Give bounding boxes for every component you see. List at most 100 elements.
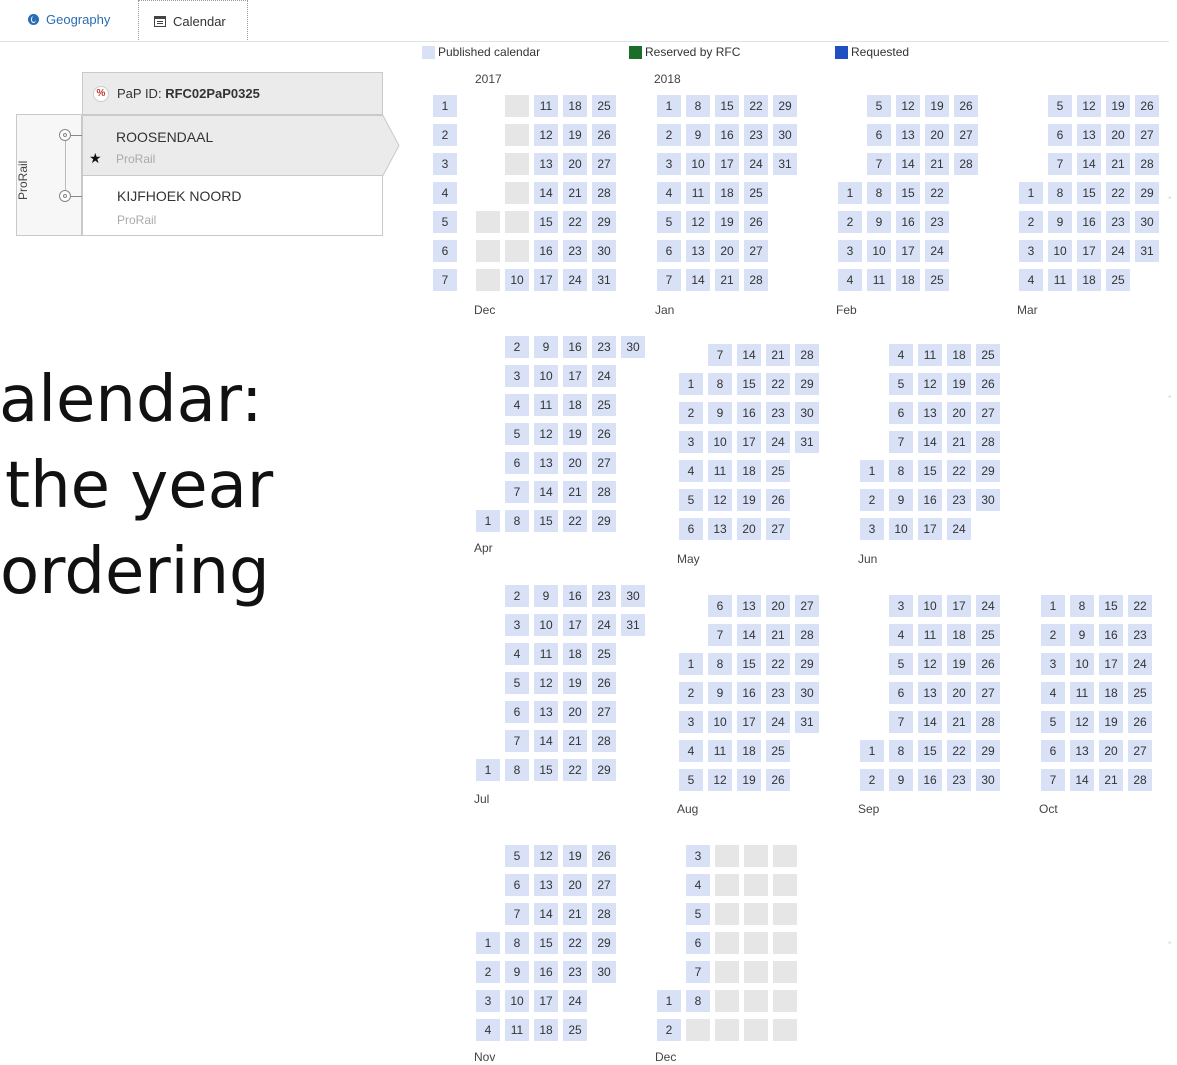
day-cell[interactable]: 15 xyxy=(534,759,558,781)
day-cell[interactable]: 27 xyxy=(976,682,1000,704)
day-cell[interactable]: 26 xyxy=(976,373,1000,395)
day-cell[interactable]: 25 xyxy=(1128,682,1152,704)
day-cell[interactable]: 20 xyxy=(737,518,761,540)
day-cell[interactable]: 7 xyxy=(686,961,710,983)
day-cell[interactable]: 10 xyxy=(1048,240,1072,262)
day-cell[interactable]: 21 xyxy=(925,153,949,175)
day-cell[interactable]: 2 xyxy=(505,585,529,607)
day-cell[interactable]: 11 xyxy=(534,95,558,117)
day-cell[interactable]: 29 xyxy=(773,95,797,117)
day-cell[interactable]: 6 xyxy=(505,701,529,723)
day-cell[interactable]: 5 xyxy=(686,903,710,925)
day-cell[interactable]: 1 xyxy=(1019,182,1043,204)
day-cell[interactable]: 3 xyxy=(838,240,862,262)
day-cell[interactable]: 4 xyxy=(679,740,703,762)
day-cell[interactable]: 23 xyxy=(1106,211,1130,233)
day-cell[interactable]: 16 xyxy=(918,489,942,511)
day-cell[interactable]: 7 xyxy=(505,481,529,503)
day-cell[interactable]: 3 xyxy=(657,153,681,175)
day-cell[interactable]: 18 xyxy=(1099,682,1123,704)
day-cell[interactable]: 10 xyxy=(867,240,891,262)
day-cell[interactable]: 25 xyxy=(766,740,790,762)
day-cell[interactable]: 1 xyxy=(679,373,703,395)
day-cell[interactable]: 19 xyxy=(563,845,587,867)
day-cell[interactable]: 10 xyxy=(534,614,558,636)
day-cell[interactable]: 4 xyxy=(1019,269,1043,291)
day-cell[interactable]: 16 xyxy=(896,211,920,233)
day-cell[interactable]: 12 xyxy=(918,653,942,675)
day-cell[interactable]: 5 xyxy=(1041,711,1065,733)
day-cell[interactable]: 25 xyxy=(1106,269,1130,291)
day-cell[interactable]: 29 xyxy=(795,653,819,675)
day-cell[interactable]: 13 xyxy=(918,402,942,424)
day-cell[interactable]: 6 xyxy=(679,518,703,540)
day-cell[interactable]: 20 xyxy=(947,402,971,424)
day-cell[interactable]: 14 xyxy=(896,153,920,175)
day-cell[interactable]: 22 xyxy=(947,460,971,482)
day-cell[interactable]: 20 xyxy=(563,701,587,723)
day-cell[interactable]: 30 xyxy=(592,240,616,262)
day-cell[interactable]: 21 xyxy=(947,711,971,733)
day-cell[interactable]: 1 xyxy=(476,510,500,532)
day-cell[interactable]: 6 xyxy=(867,124,891,146)
day-cell[interactable]: 5 xyxy=(679,489,703,511)
day-cell[interactable]: 14 xyxy=(534,481,558,503)
day-cell[interactable]: 22 xyxy=(1128,595,1152,617)
day-cell[interactable]: 12 xyxy=(534,672,558,694)
day-cell[interactable]: 10 xyxy=(686,153,710,175)
day-cell[interactable]: 2 xyxy=(657,124,681,146)
day-cell[interactable]: 30 xyxy=(592,961,616,983)
day-cell[interactable]: 16 xyxy=(534,961,558,983)
day-cell[interactable]: 21 xyxy=(766,344,790,366)
day-cell[interactable]: 19 xyxy=(715,211,739,233)
day-cell[interactable]: 28 xyxy=(592,903,616,925)
day-cell[interactable]: 24 xyxy=(1106,240,1130,262)
day-cell[interactable]: 7 xyxy=(1048,153,1072,175)
day-cell[interactable]: 23 xyxy=(1128,624,1152,646)
day-cell[interactable]: 9 xyxy=(889,489,913,511)
day-cell[interactable]: 11 xyxy=(1048,269,1072,291)
day-cell[interactable]: 12 xyxy=(534,845,558,867)
day-cell[interactable]: 28 xyxy=(592,730,616,752)
day-cell[interactable]: 12 xyxy=(918,373,942,395)
day-cell[interactable]: 26 xyxy=(592,423,616,445)
day-cell[interactable]: 21 xyxy=(715,269,739,291)
day-cell[interactable]: 15 xyxy=(918,740,942,762)
day-cell[interactable]: 26 xyxy=(766,769,790,791)
day-cell[interactable]: 23 xyxy=(766,402,790,424)
day-cell[interactable]: 28 xyxy=(976,431,1000,453)
day-cell[interactable]: 5 xyxy=(679,769,703,791)
day-cell[interactable]: 23 xyxy=(563,961,587,983)
day-cell[interactable]: 24 xyxy=(766,711,790,733)
day-cell[interactable]: 8 xyxy=(708,653,732,675)
day-cell[interactable]: 17 xyxy=(947,595,971,617)
day-cell[interactable]: 13 xyxy=(686,240,710,262)
day-cell[interactable]: 27 xyxy=(766,518,790,540)
day-cell[interactable]: 28 xyxy=(954,153,978,175)
day-cell[interactable]: 2 xyxy=(1041,624,1065,646)
day-cell[interactable]: 31 xyxy=(592,269,616,291)
day-cell[interactable]: 10 xyxy=(534,365,558,387)
day-cell[interactable]: 25 xyxy=(563,1019,587,1041)
day-cell[interactable]: 7 xyxy=(1041,769,1065,791)
day-cell[interactable]: 20 xyxy=(1106,124,1130,146)
day-cell[interactable]: 6 xyxy=(505,452,529,474)
day-cell[interactable]: 27 xyxy=(744,240,768,262)
day-cell[interactable]: 29 xyxy=(1135,182,1159,204)
day-cell[interactable]: 19 xyxy=(563,124,587,146)
day-cell[interactable]: 20 xyxy=(715,240,739,262)
day-cell[interactable]: 15 xyxy=(1099,595,1123,617)
day-cell[interactable]: 10 xyxy=(889,518,913,540)
day-cell[interactable]: 8 xyxy=(686,95,710,117)
day-cell[interactable]: 22 xyxy=(563,759,587,781)
day-cell[interactable]: 10 xyxy=(1070,653,1094,675)
day-cell[interactable]: 21 xyxy=(947,431,971,453)
day-cell[interactable]: 28 xyxy=(592,481,616,503)
day-cell[interactable]: 27 xyxy=(592,153,616,175)
day-cell[interactable]: 29 xyxy=(795,373,819,395)
day-cell[interactable]: 28 xyxy=(1135,153,1159,175)
day-cell[interactable]: 15 xyxy=(534,932,558,954)
day-cell[interactable]: 17 xyxy=(534,990,558,1012)
day-cell[interactable]: 27 xyxy=(976,402,1000,424)
day-cell[interactable]: 3 xyxy=(505,365,529,387)
